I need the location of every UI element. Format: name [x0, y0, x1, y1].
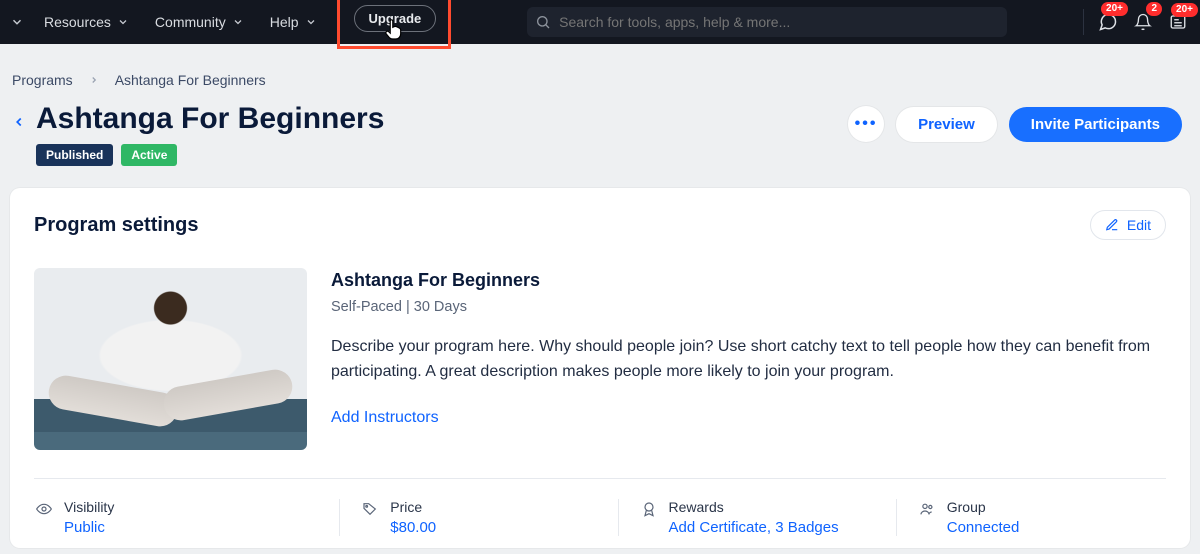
notifications-button[interactable]: 2: [1134, 12, 1152, 32]
status-badges: Published Active: [32, 144, 848, 166]
price-tag-icon: [362, 501, 378, 517]
nav-resources[interactable]: Resources: [34, 8, 139, 36]
meta-value[interactable]: Connected: [947, 519, 1020, 536]
eye-icon: [36, 501, 52, 517]
program-name: Ashtanga For Beginners: [331, 270, 1166, 291]
program-settings-card: Program settings Edit Ashtanga For Begin…: [10, 188, 1190, 548]
upgrade-highlight: Upgrade: [337, 0, 452, 49]
edit-button[interactable]: Edit: [1090, 210, 1166, 240]
chevron-left-icon: [12, 112, 26, 132]
meta-group: Group Connected: [896, 499, 1166, 536]
dots-icon: •••: [855, 115, 878, 133]
meta-label: Rewards: [669, 499, 839, 515]
badge-icon: [641, 501, 657, 517]
edit-label: Edit: [1127, 217, 1151, 233]
notifications-badge: 2: [1146, 2, 1162, 16]
page-title: Ashtanga For Beginners: [32, 102, 848, 136]
meta-visibility: Visibility Public: [34, 499, 331, 536]
chevron-down-icon: [117, 16, 129, 28]
chat-badge: 20+: [1101, 2, 1128, 16]
meta-label: Group: [947, 499, 1020, 515]
news-button[interactable]: 20+: [1168, 13, 1188, 31]
meta-price: Price $80.00: [339, 499, 609, 536]
program-subtitle: Self-Paced | 30 Days: [331, 299, 1166, 315]
nav-help[interactable]: Help: [260, 8, 327, 36]
meta-value[interactable]: Public: [64, 519, 114, 536]
chevron-right-icon: [89, 75, 99, 85]
card-title: Program settings: [34, 214, 198, 237]
back-button[interactable]: [12, 112, 26, 132]
meta-row: Visibility Public Price $80.00 Rewards A…: [34, 478, 1166, 548]
chevron-down-icon: [232, 16, 244, 28]
nav-community[interactable]: Community: [145, 8, 254, 36]
program-description: Describe your program here. Why should p…: [331, 335, 1161, 385]
top-right-icons: 20+ 2 20+: [1083, 9, 1188, 35]
meta-label: Visibility: [64, 499, 114, 515]
breadcrumb-root[interactable]: Programs: [12, 72, 73, 88]
pencil-icon: [1105, 218, 1119, 232]
meta-value[interactable]: $80.00: [390, 519, 436, 536]
program-thumbnail: [34, 268, 307, 450]
title-actions: ••• Preview Invite Participants: [848, 106, 1182, 142]
news-badge: 20+: [1171, 3, 1198, 17]
group-icon: [919, 501, 935, 517]
invite-button[interactable]: Invite Participants: [1009, 107, 1182, 142]
chevron-down-icon: [10, 15, 24, 29]
search-icon: [535, 14, 551, 30]
search-wrap: [457, 7, 1077, 37]
meta-value[interactable]: Add Certificate, 3 Badges: [669, 519, 839, 536]
nav-label: Resources: [44, 14, 111, 30]
more-actions-button[interactable]: •••: [848, 106, 884, 142]
chat-button[interactable]: 20+: [1098, 12, 1118, 32]
search-input[interactable]: [527, 7, 1007, 37]
program-details: Ashtanga For Beginners Self-Paced | 30 D…: [331, 268, 1166, 450]
global-menu-chevron[interactable]: [6, 11, 28, 33]
breadcrumb-current: Ashtanga For Beginners: [115, 72, 266, 88]
nav-label: Help: [270, 14, 299, 30]
status-published-badge: Published: [36, 144, 113, 166]
upgrade-button[interactable]: Upgrade: [354, 5, 437, 32]
breadcrumb: Programs Ashtanga For Beginners: [0, 44, 1200, 96]
nav-label: Community: [155, 14, 226, 30]
title-row: Ashtanga For Beginners Published Active …: [0, 96, 1200, 182]
add-instructors-link[interactable]: Add Instructors: [331, 409, 439, 427]
title-block: Ashtanga For Beginners Published Active: [32, 102, 848, 166]
program-row: Ashtanga For Beginners Self-Paced | 30 D…: [34, 268, 1166, 478]
top-bar: Resources Community Help Upgrade 20+ 2: [0, 0, 1200, 44]
meta-rewards: Rewards Add Certificate, 3 Badges: [618, 499, 888, 536]
card-header: Program settings Edit: [34, 210, 1166, 240]
preview-button[interactable]: Preview: [896, 107, 997, 142]
meta-label: Price: [390, 499, 436, 515]
status-active-badge: Active: [121, 144, 177, 166]
chevron-down-icon: [305, 16, 317, 28]
